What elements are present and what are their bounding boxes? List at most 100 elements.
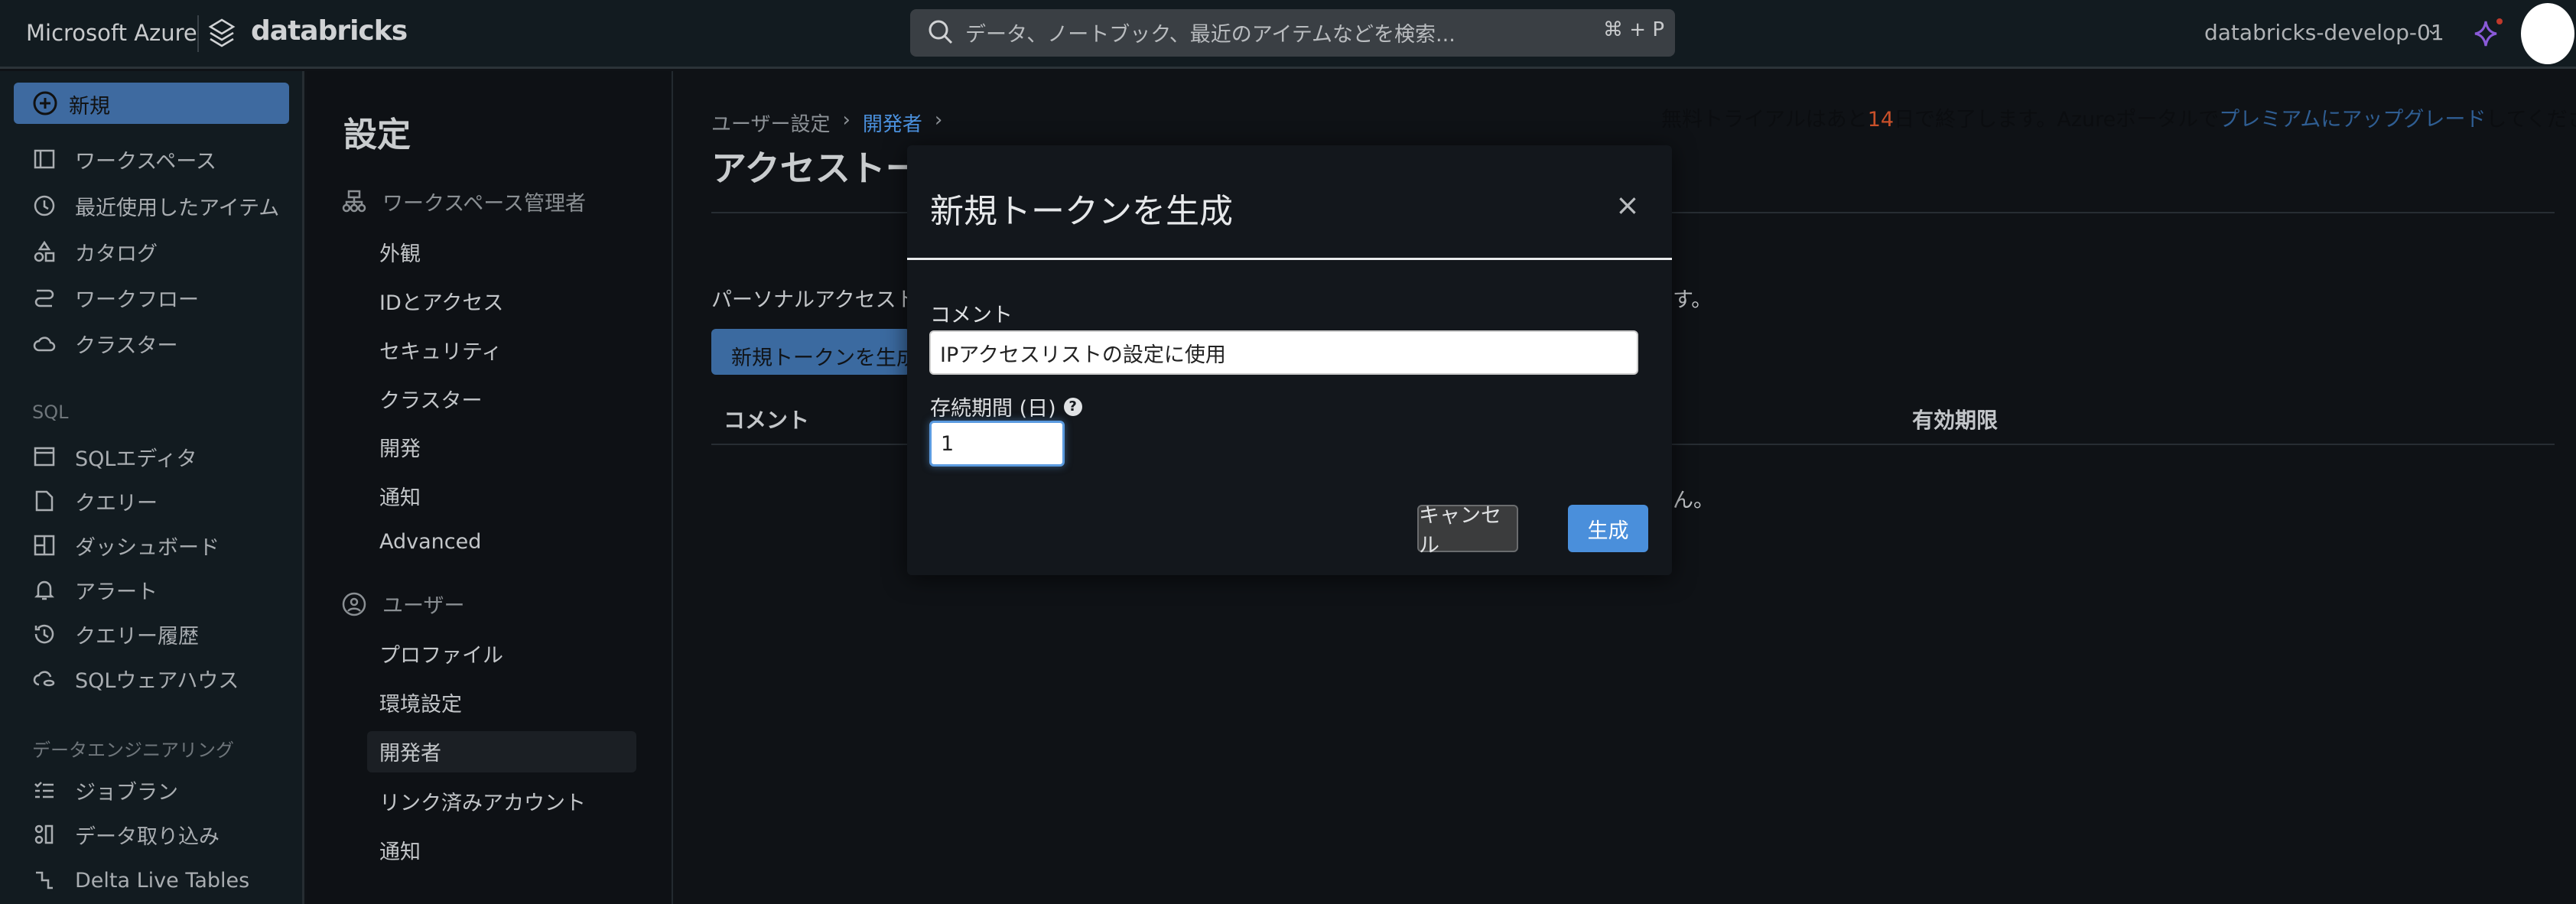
brand-divider [197,15,199,52]
settings-item-advanced[interactable]: Advanced [379,530,481,554]
trial-text: 日で終了します。Azureポータルで [1894,108,2220,132]
settings-item-preferences[interactable]: 環境設定 [379,688,462,717]
new-button-label: 新規 [69,95,110,119]
trial-days: 14 [1867,108,1895,132]
sql-editor-icon [34,447,55,467]
user-avatar[interactable] [2521,3,2574,64]
workspace-switcher[interactable]: databricks-develop-01 [2204,20,2444,45]
breadcrumb-developer[interactable]: 開発者 [863,109,922,137]
generate-token-button[interactable]: 新規トークンを生成 [711,329,910,375]
comment-input[interactable] [929,330,1638,375]
sidebar-item-label: SQLエディタ [75,447,197,471]
clock-icon [34,195,55,216]
sidebar-item-workflows[interactable]: ワークフロー [32,282,199,313]
sidebar-item-recents[interactable]: 最近使用したアイテム [32,190,279,221]
sidebar-item-label: クエリー履歴 [75,624,199,649]
sidebar-item-dashboards[interactable]: ダッシュボード [32,530,220,561]
sidebar-item-label: ジョブラン [75,780,178,805]
workflow-icon [34,289,54,307]
settings-item-linked-accounts[interactable]: リンク済みアカウント [379,786,586,816]
sidebar-item-clusters[interactable]: クラスター [32,328,177,359]
sidebar-item-alerts[interactable]: アラート [32,574,158,605]
admin-org-icon [342,190,366,212]
breadcrumb-separator: › [934,109,943,132]
sidebar-item-workspace[interactable]: ワークスペース [32,144,216,174]
sidebar-item-delta-live-tables[interactable]: Delta Live Tables [32,865,249,896]
comment-label: コメント [930,304,1013,327]
settings-item-security[interactable]: セキュリティ [379,335,502,365]
trial-banner: 無料トライアルはあと14日で終了します。Azureポータルでプレミアムにアップグ… [1661,102,2576,132]
settings-section-user: ユーザー [341,589,464,619]
settings-title: 設定 [343,115,411,154]
chevron-down-icon[interactable]: ⌄ [2426,20,2440,39]
sidebar-item-sql-editor[interactable]: SQLエディタ [32,441,197,472]
close-icon[interactable]: × [1615,188,1640,222]
job-runs-icon [34,782,54,798]
sidebar-item-label: アラート [75,580,158,604]
settings-item-identity-access[interactable]: IDとアクセス [379,286,503,316]
section-label: ワークスペース管理者 [382,192,586,216]
search-icon [929,20,953,44]
settings-item-appearance[interactable]: 外観 [379,237,421,267]
sidebar-section-data-engineering: データエンジニアリング [32,740,234,761]
breadcrumb: ユーザー設定 › 開発者 › [711,109,942,137]
breadcrumb-separator: › [842,109,851,132]
sidebar-item-job-runs[interactable]: ジョブラン [32,775,178,805]
sidebar-item-catalog[interactable]: カタログ [32,236,158,267]
cancel-button[interactable]: キャンセル [1417,504,1518,558]
query-icon [35,490,54,512]
sidebar-item-label: ワークスペース [75,149,216,174]
upgrade-link[interactable]: プレミアムにアップグレード [2219,108,2486,132]
page-title: アクセストー [711,148,921,189]
trial-text: してください [2486,108,2576,132]
column-header-expires: 有効期限 [1912,408,1999,433]
column-header-comment: コメント [724,408,810,433]
sidebar-section-sql: SQL [32,402,69,423]
sidebar-item-label: 最近使用したアイテム [75,196,280,220]
sidebar-item-data-ingestion[interactable]: データ取り込み [32,819,220,850]
trial-text: 無料トライアルはあと [1661,108,1868,132]
help-icon[interactable]: ? [1063,397,1082,416]
sidebar-item-label: カタログ [75,242,158,266]
sidebar-item-label: クラスター [75,333,178,358]
sidebar-item-query-history[interactable]: クエリー履歴 [32,619,199,649]
databricks-logo[interactable]: databricks [251,15,408,47]
sidebar-item-queries[interactable]: クエリー [32,486,158,516]
lifetime-label: 存続期間 (日)? [930,392,1082,421]
generate-button[interactable]: 生成 [1568,505,1648,552]
dashboard-icon [34,535,55,556]
settings-item-development[interactable]: 開発 [379,432,421,462]
settings-section-admin: ワークスペース管理者 [341,187,586,216]
dialog-title: 新規トークンを生成 [930,192,1233,231]
warehouse-icon [33,671,55,687]
sidebar-item-label: データ取り込み [75,824,220,849]
settings-item-notifications-user[interactable]: 通知 [379,835,421,865]
settings-item-developer[interactable]: 開発者 [379,737,441,766]
sidebar-item-label: ワークフロー [75,288,199,312]
ingest-icon [34,824,54,844]
settings-item-clusters[interactable]: クラスター [379,384,482,414]
history-icon [34,624,54,644]
sidebar-item-label: SQLウェアハウス [75,668,239,693]
settings-item-notifications-admin[interactable]: 通知 [379,481,421,511]
sidebar-item-label: ダッシュボード [75,535,220,560]
description-text: パーソナルアクセスト [711,288,917,312]
dialog-divider [907,258,1672,260]
plus-circle-icon [33,91,57,115]
search-placeholder[interactable]: データ、ノートブック、最近のアイテムなどを検索... [965,18,1456,47]
sidebar-item-label: クエリー [75,491,158,515]
search-shortcut: ⌘ + P [1603,18,1664,41]
settings-item-profile[interactable]: プロファイル [379,639,503,668]
workspace-icon [34,149,55,169]
microsoft-azure-logo[interactable]: Microsoft Azure [26,20,197,46]
lifetime-label-text: 存続期間 (日) [930,397,1056,421]
cloud-icon [33,337,56,352]
sidebar-item-label: Delta Live Tables [75,868,250,893]
databricks-logo-icon [208,18,236,47]
lifetime-input[interactable] [929,421,1065,467]
breadcrumb-user-settings[interactable]: ユーザー設定 [711,109,830,137]
sidebar-item-sql-warehouses[interactable]: SQLウェアハウス [32,663,239,694]
assistant-sparkle-icon[interactable] [2472,17,2506,50]
section-label: ユーザー [382,594,465,618]
catalog-icon [34,240,55,262]
